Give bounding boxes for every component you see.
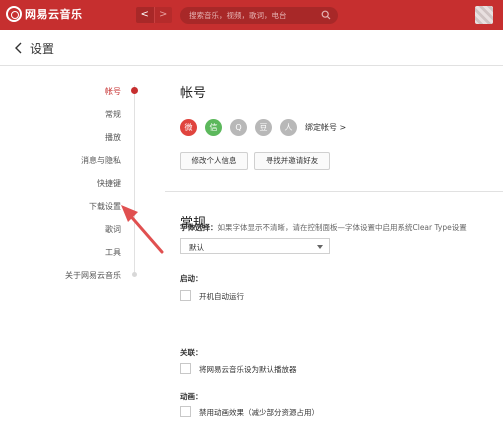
- search-input[interactable]: 搜索音乐，视频，歌词，电台: [180, 7, 338, 24]
- history-navigation: < >: [136, 7, 172, 23]
- sidebar-item-playback[interactable]: 播放: [105, 132, 121, 143]
- edit-profile-button[interactable]: 修改个人信息: [180, 152, 248, 170]
- wechat-icon[interactable]: 信: [205, 119, 222, 136]
- animation-checkbox[interactable]: [180, 406, 191, 417]
- animation-label: 动画：: [180, 392, 203, 401]
- startup-option-label[interactable]: 开机自动运行: [199, 291, 244, 302]
- font-setting-row: 字体选择：如果字体显示不清晰，请在控制面板—字体设置中启用系统Clear Typ…: [180, 222, 467, 233]
- startup-label: 启动：: [180, 274, 203, 283]
- active-indicator-dot: [131, 87, 138, 94]
- sidebar-item-account[interactable]: 帐号: [105, 86, 121, 97]
- association-label: 关联：: [180, 348, 203, 357]
- back-icon[interactable]: [14, 42, 24, 54]
- settings-header: 设置: [0, 30, 503, 66]
- title-bar: 网易云音乐 < > 搜索音乐，视频，歌词，电台: [0, 0, 503, 30]
- sidebar-item-about[interactable]: 关于网易云音乐: [65, 270, 121, 281]
- sidebar-item-shortcuts[interactable]: 快捷键: [97, 178, 121, 189]
- avatar[interactable]: [475, 6, 493, 24]
- font-select[interactable]: 默认: [180, 238, 330, 254]
- forward-nav-button[interactable]: >: [153, 7, 172, 23]
- animation-option-label[interactable]: 禁用动画效果（减少部分资源占用）: [199, 407, 319, 418]
- app-logo-text: 网易云音乐: [25, 8, 83, 21]
- weibo-icon[interactable]: 微: [180, 119, 197, 136]
- font-select-value: 默认: [189, 243, 204, 252]
- sidebar-item-lyrics[interactable]: 歌词: [105, 224, 121, 235]
- sidebar-item-general[interactable]: 常规: [105, 109, 121, 120]
- search-icon[interactable]: [321, 10, 331, 20]
- renren-icon[interactable]: 人: [280, 119, 297, 136]
- sidebar-timeline: [134, 85, 135, 275]
- startup-checkbox[interactable]: [180, 290, 191, 301]
- back-nav-button[interactable]: <: [136, 7, 154, 23]
- bind-account-link[interactable]: 绑定帐号 >: [305, 122, 346, 133]
- sidebar-item-download-settings[interactable]: 下载设置: [89, 201, 121, 212]
- section-dot: [132, 272, 137, 277]
- font-hint: 如果字体显示不清晰，请在控制面板—字体设置中启用系统Clear Type设置: [217, 223, 467, 232]
- association-checkbox[interactable]: [180, 363, 191, 374]
- sidebar-item-messages-privacy[interactable]: 消息与隐私: [81, 155, 121, 166]
- qq-icon[interactable]: Q: [230, 119, 247, 136]
- page-title: 设置: [30, 42, 55, 56]
- app-logo[interactable]: 网易云音乐: [6, 6, 83, 22]
- font-label: 字体选择：: [180, 223, 218, 232]
- account-section-title: 帐号: [180, 86, 207, 101]
- association-option-label[interactable]: 将网易云音乐设为默认播放器: [199, 364, 297, 375]
- search-placeholder: 搜索音乐，视频，歌词，电台: [189, 11, 287, 20]
- find-friends-button[interactable]: 寻找并邀请好友: [254, 152, 330, 170]
- douban-icon[interactable]: 豆: [255, 119, 272, 136]
- netease-music-logo-icon: [6, 6, 22, 22]
- section-divider: [165, 191, 503, 192]
- sidebar-item-tools[interactable]: 工具: [105, 247, 121, 258]
- chevron-down-icon: [317, 245, 323, 249]
- social-bind-row: 微 信 Q 豆 人 绑定帐号 >: [180, 119, 346, 136]
